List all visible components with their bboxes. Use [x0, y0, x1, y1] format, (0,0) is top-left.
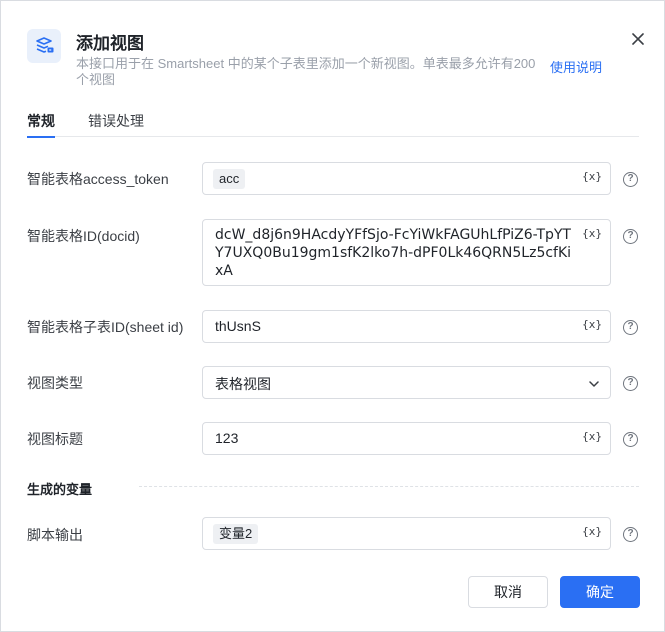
view-title-label: 视图标题 — [27, 431, 83, 447]
script-output-label: 脚本输出 — [27, 527, 83, 543]
help-icon[interactable]: ? — [623, 320, 638, 335]
help-icon[interactable]: ? — [623, 376, 638, 391]
variable-chip: 变量2 — [213, 524, 259, 544]
insert-variable-button[interactable]: {x} — [582, 430, 602, 443]
help-link[interactable]: 使用说明 — [550, 57, 602, 76]
section-divider — [139, 486, 639, 487]
help-icon[interactable]: ? — [623, 229, 638, 244]
help-icon[interactable]: ? — [623, 432, 638, 447]
dialog-title: 添加视图 — [76, 34, 144, 53]
tab-general-label: 常规 — [27, 113, 55, 129]
chevron-down-icon — [588, 377, 600, 393]
tab-bar: 常规 错误处理 — [27, 109, 639, 138]
sheet-id-value: thUsnS — [215, 318, 261, 334]
insert-variable-button[interactable]: {x} — [582, 525, 602, 538]
script-output-input[interactable]: 变量2 {x} — [202, 517, 611, 550]
active-tab-indicator — [27, 136, 55, 138]
confirm-button[interactable]: 确定 — [560, 576, 640, 608]
close-icon[interactable] — [628, 29, 648, 49]
view-title-input[interactable]: 123 {x} — [202, 422, 611, 455]
docid-input[interactable]: dcW_d8j6n9HAcdyYFfSjo-FcYiWkFAGUhLfPiZ6-… — [202, 219, 611, 286]
help-icon[interactable]: ? — [623, 527, 638, 542]
help-icon[interactable]: ? — [623, 172, 638, 187]
cancel-button[interactable]: 取消 — [468, 576, 548, 608]
access-token-label: 智能表格access_token — [27, 171, 169, 187]
docid-label: 智能表格ID(docid) — [27, 228, 140, 244]
view-type-select[interactable]: 表格视图 — [202, 366, 611, 399]
insert-variable-button[interactable]: {x} — [582, 170, 602, 183]
docid-value: dcW_d8j6n9HAcdyYFfSjo-FcYiWkFAGUhLfPiZ6-… — [215, 227, 572, 279]
output-section-title: 生成的变量 — [27, 482, 93, 497]
insert-variable-button[interactable]: {x} — [582, 318, 602, 331]
dialog-description: 本接口用于在 Smartsheet 中的某个子表里添加一个新视图。单表最多允许有… — [76, 56, 536, 87]
tab-error-handling[interactable]: 错误处理 — [88, 111, 144, 131]
add-view-dialog: 添加视图 本接口用于在 Smartsheet 中的某个子表里添加一个新视图。单表… — [0, 0, 665, 632]
insert-variable-button[interactable]: {x} — [582, 227, 602, 240]
view-title-value: 123 — [215, 430, 239, 446]
tab-general[interactable]: 常规 — [27, 111, 55, 138]
variable-chip: acc — [213, 169, 246, 189]
sheet-id-input[interactable]: thUsnS {x} — [202, 310, 611, 343]
dialog-header: 添加视图 本接口用于在 Smartsheet 中的某个子表里添加一个新视图。单表… — [27, 25, 647, 95]
smartsheet-view-icon — [27, 29, 61, 63]
view-type-label: 视图类型 — [27, 375, 83, 391]
access-token-input[interactable]: acc {x} — [202, 162, 611, 195]
view-type-value: 表格视图 — [215, 376, 271, 392]
sheet-id-label: 智能表格子表ID(sheet id) — [27, 319, 184, 335]
